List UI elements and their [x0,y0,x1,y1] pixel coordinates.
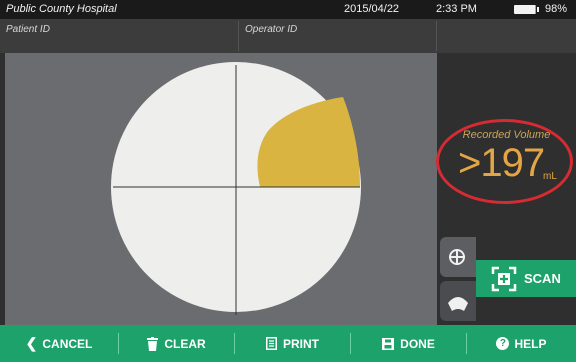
bladder-scan-view [111,62,361,315]
scan-image-area [5,53,437,325]
status-date: 2015/04/22 [344,3,400,15]
done-button[interactable]: DONE [351,325,466,362]
done-label: DONE [400,336,435,351]
print-button[interactable]: PRINT [235,325,350,362]
patient-id-label: Patient ID [6,24,50,35]
operator-id-label: Operator ID [245,24,298,35]
print-label: PRINT [283,336,319,351]
status-time: 2:33 PM [436,3,477,15]
crosshair-icon [449,249,465,265]
volume-highlight-ring [436,119,573,204]
cancel-button[interactable]: ❮ CANCEL [0,325,118,362]
help-button[interactable]: ? HELP [467,325,576,362]
battery-icon [514,5,539,14]
id-row-spacer [436,21,576,51]
save-icon [382,337,395,350]
ultrasound-cone-icon [448,297,468,311]
id-row: Patient ID Operator ID [0,19,576,53]
clear-label: CLEAR [164,336,206,351]
operator-id-field[interactable]: Operator ID [238,21,436,51]
hospital-name: Public County Hospital [6,3,117,15]
clear-button[interactable]: CLEAR [119,325,234,362]
chevron-left-icon: ❮ [25,335,38,351]
crosshair-view-button[interactable] [440,237,476,277]
scan-button[interactable]: SCAN [476,260,576,297]
help-label: HELP [514,336,547,351]
patient-id-field[interactable]: Patient ID [0,21,238,51]
cancel-label: CANCEL [42,336,93,351]
battery-percent: 98% [545,3,568,15]
status-bar: Public County Hospital 2015/04/22 2:33 P… [0,0,576,19]
help-icon: ? [496,337,510,350]
scan-icon [491,266,517,292]
scan-label: SCAN [524,271,561,286]
trash-icon [147,336,159,351]
print-icon [266,337,277,350]
bottom-toolbar: ❮ CANCEL CLEAR PRINT DONE ? HELP [0,325,576,362]
ultrasound-view-button[interactable] [440,281,476,321]
